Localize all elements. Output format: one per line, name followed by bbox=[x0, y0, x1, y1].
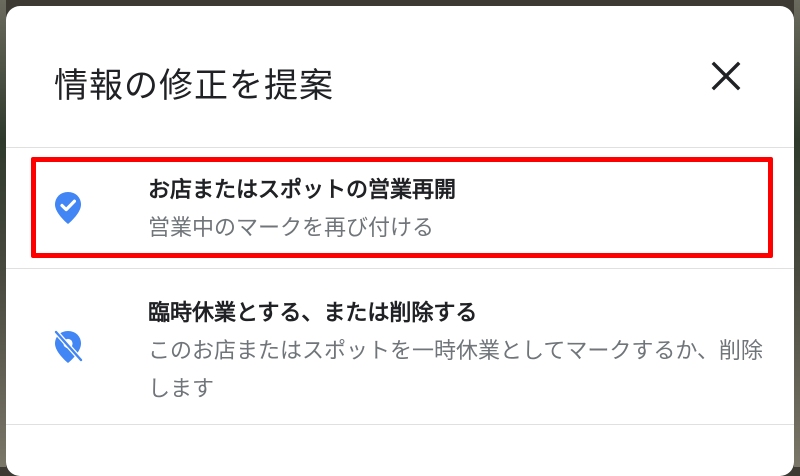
option-reopen-title: お店またはスポットの営業再開 bbox=[148, 178, 457, 203]
divider-bottom bbox=[6, 424, 794, 425]
dialog-header: 情報の修正を提案 bbox=[6, 6, 794, 148]
option-close-title: 臨時休業とする、または削除する bbox=[148, 301, 478, 326]
dialog-title: 情報の修正を提案 bbox=[54, 66, 334, 106]
option-close-or-remove[interactable]: 臨時休業とする、または削除する このお店またはスポットを一時休業としてマークする… bbox=[6, 269, 794, 424]
option-close-description: このお店またはスポットを一時休業としてマークするか、削除します bbox=[148, 339, 763, 402]
option-reopen-text: お店またはスポットの営業再開 営業中のマークを再び付ける bbox=[148, 176, 766, 248]
option-reopen-icon-wrap bbox=[52, 190, 84, 226]
suggest-edit-dialog: 情報の修正を提案 お店またはスポットの営業再開 営業中のマークを再び付ける 臨時… bbox=[6, 6, 794, 476]
option-close-text: 臨時休業とする、または削除する このお店またはスポットを一時休業としてマークする… bbox=[148, 299, 766, 409]
option-reopen-description: 営業中のマークを再び付ける bbox=[148, 216, 435, 241]
place-off-icon bbox=[53, 329, 84, 363]
option-close-icon-wrap bbox=[52, 329, 84, 365]
close-icon bbox=[711, 61, 741, 91]
close-button[interactable] bbox=[706, 56, 746, 96]
option-reopen[interactable]: お店またはスポットの営業再開 営業中のマークを再び付ける bbox=[6, 148, 794, 268]
place-check-icon bbox=[55, 192, 81, 224]
backdrop-right bbox=[794, 0, 800, 467]
